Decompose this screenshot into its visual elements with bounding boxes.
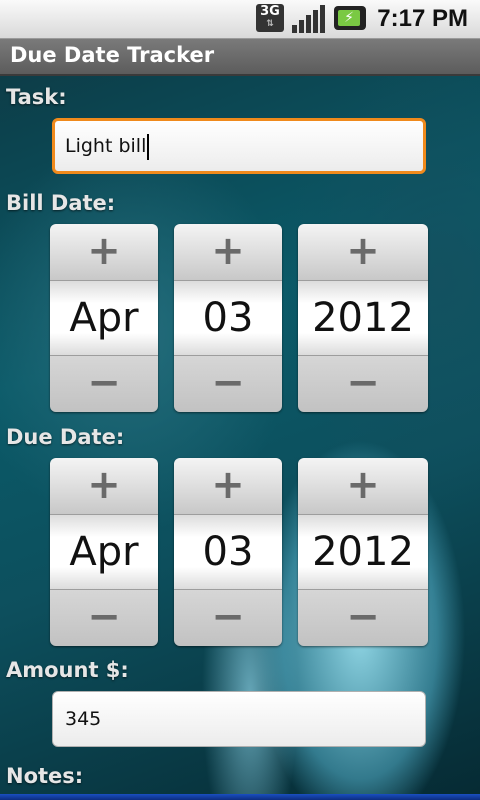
status-time: 7:17 PM (377, 5, 468, 32)
notes-label: Notes: (6, 764, 84, 788)
due-day-picker: + 03 − (174, 458, 282, 646)
task-input-value: Light bill (65, 135, 147, 157)
network-type-label: 3G (260, 4, 280, 19)
bill-year-value[interactable]: 2012 (298, 281, 428, 355)
due-year-picker: + 2012 − (298, 458, 428, 646)
bill-month-decrement-button[interactable]: − (50, 355, 158, 412)
due-date-label: Due Date: (6, 425, 125, 449)
due-month-picker: + Apr − (50, 458, 158, 646)
notes-input-edge[interactable] (0, 794, 480, 800)
due-year-increment-button[interactable]: + (298, 458, 428, 515)
text-caret (147, 133, 150, 160)
amount-input-value: 345 (65, 708, 102, 730)
task-input[interactable]: Light bill (52, 118, 426, 174)
form-content: Task: Light bill Bill Date: + Apr − + 03… (0, 76, 480, 800)
bill-month-picker: + Apr − (50, 224, 158, 412)
status-bar: 3G ⇅ ⚡ 7:17 PM (0, 0, 480, 39)
bill-date-label: Bill Date: (6, 191, 116, 215)
bill-day-decrement-button[interactable]: − (174, 355, 282, 412)
bill-day-value[interactable]: 03 (174, 281, 282, 355)
due-day-increment-button[interactable]: + (174, 458, 282, 515)
bill-month-increment-button[interactable]: + (50, 224, 158, 281)
due-month-decrement-button[interactable]: − (50, 589, 158, 646)
amount-input[interactable]: 345 (52, 691, 426, 747)
bill-year-picker: + 2012 − (298, 224, 428, 412)
task-label: Task: (6, 85, 67, 109)
due-month-value[interactable]: Apr (50, 515, 158, 589)
app-title-bar: Due Date Tracker (0, 39, 480, 76)
bill-day-picker: + 03 − (174, 224, 282, 412)
bill-year-decrement-button[interactable]: − (298, 355, 428, 412)
due-year-decrement-button[interactable]: − (298, 589, 428, 646)
due-day-decrement-button[interactable]: − (174, 589, 282, 646)
app-title: Due Date Tracker (10, 43, 215, 67)
battery-charging-icon: ⚡ (334, 6, 366, 30)
due-day-value[interactable]: 03 (174, 515, 282, 589)
signal-strength-icon (292, 5, 326, 33)
bill-year-increment-button[interactable]: + (298, 224, 428, 281)
amount-label: Amount $: (6, 658, 129, 682)
due-year-value[interactable]: 2012 (298, 515, 428, 589)
due-month-increment-button[interactable]: + (50, 458, 158, 515)
3g-data-icon: 3G ⇅ (256, 4, 284, 32)
bill-day-increment-button[interactable]: + (174, 224, 282, 281)
bill-month-value[interactable]: Apr (50, 281, 158, 355)
